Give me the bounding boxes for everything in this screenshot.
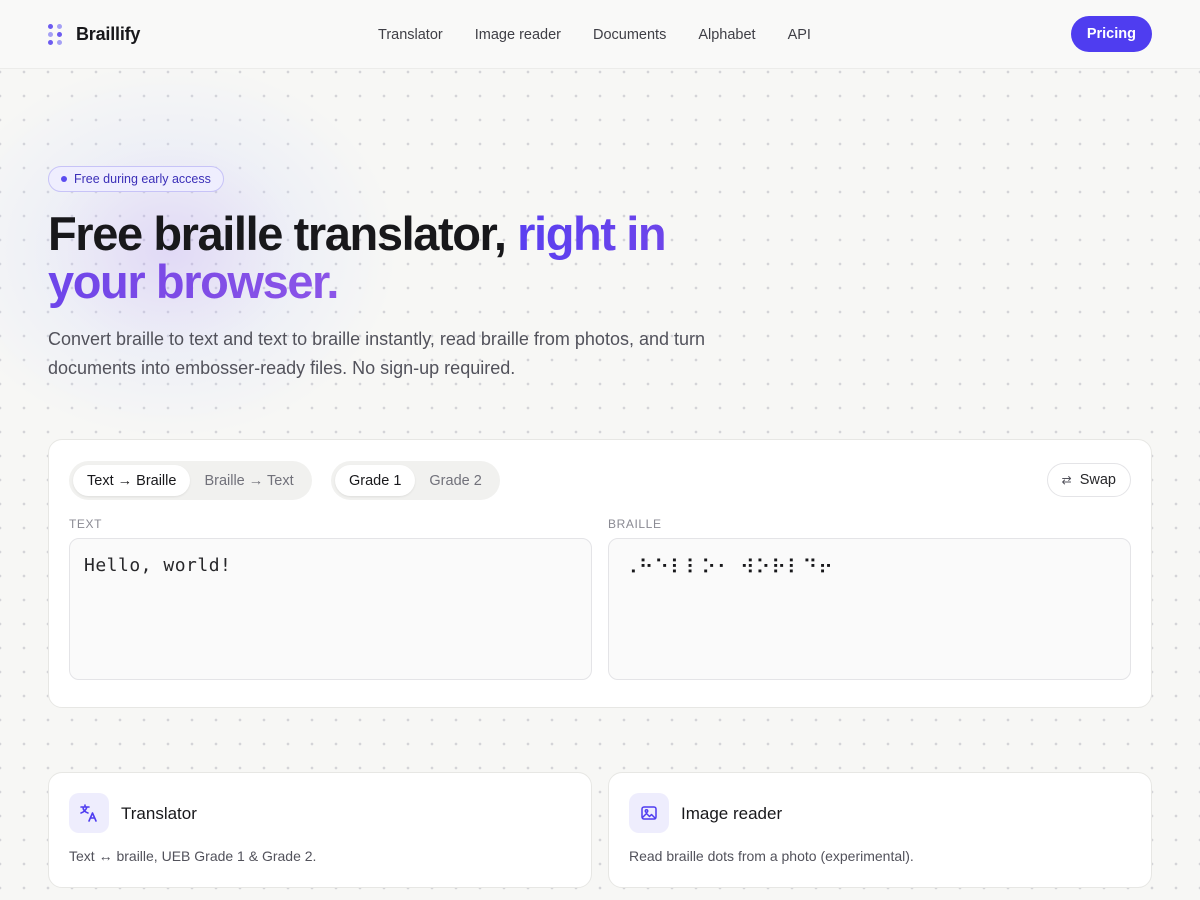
- image-icon: [629, 793, 669, 833]
- grade-1-option[interactable]: Grade 1: [335, 465, 416, 496]
- site-header: Braillify Translator Image reader Docume…: [0, 0, 1200, 69]
- hero-title-plain: Free braille translator,: [48, 207, 518, 260]
- nav-translator[interactable]: Translator: [378, 27, 443, 43]
- nav-documents[interactable]: Documents: [593, 27, 666, 43]
- feature-description: Text ↔ braille, UEB Grade 1 & Grade 2.: [69, 848, 317, 864]
- main-nav: Translator Image reader Documents Alphab…: [378, 0, 811, 69]
- brand[interactable]: Braillify: [48, 23, 141, 45]
- swap-label: Swap: [1079, 472, 1116, 488]
- nav-api[interactable]: API: [788, 27, 811, 43]
- direction-toggle: Text → Braille Braille → Text: [69, 461, 312, 500]
- braille-logo-icon: [48, 23, 62, 45]
- feature-title: Translator: [121, 804, 197, 823]
- hero-title: Free braille translator, right in your b…: [48, 210, 748, 306]
- early-access-badge: Free during early access: [48, 166, 224, 192]
- text-column-label: TEXT: [69, 517, 103, 531]
- translator-card: Text → Braille Braille → Text Grade 1 Gr…: [48, 439, 1152, 708]
- translate-icon: [69, 793, 109, 833]
- grade-toggle: Grade 1 Grade 2: [331, 461, 500, 500]
- direction-braille-to-text[interactable]: Braille → Text: [190, 465, 307, 496]
- text-input[interactable]: Hello, world!: [69, 538, 592, 680]
- badge-label: Free during early access: [74, 172, 211, 186]
- badge-dot-icon: [61, 176, 67, 182]
- swap-button[interactable]: ⇄ Swap: [1046, 463, 1131, 497]
- swap-arrows-icon: ⇄: [1061, 473, 1072, 487]
- hero-subtitle: Convert braille to text and text to brai…: [48, 329, 706, 378]
- feature-title: Image reader: [681, 804, 783, 823]
- nav-alphabet[interactable]: Alphabet: [698, 27, 755, 43]
- braille-output[interactable]: ⠠⠓⠑⠇⠇⠕⠂ ⠺⠕⠗⠇⠙⠖: [608, 538, 1131, 680]
- feature-card-translator[interactable]: Translator Text ↔ braille, UEB Grade 1 &…: [48, 772, 592, 888]
- direction-text-to-braille[interactable]: Text → Braille: [73, 465, 191, 496]
- nav-image-reader[interactable]: Image reader: [475, 27, 561, 43]
- feature-description: Read braille dots from a photo (experime…: [629, 848, 914, 864]
- feature-card-image-reader[interactable]: Image reader Read braille dots from a ph…: [608, 772, 1152, 888]
- brand-name: Braillify: [76, 23, 141, 44]
- pricing-button[interactable]: Pricing: [1070, 16, 1152, 52]
- braille-column-label: BRAILLE: [608, 517, 662, 531]
- grade-2-option[interactable]: Grade 2: [415, 465, 495, 496]
